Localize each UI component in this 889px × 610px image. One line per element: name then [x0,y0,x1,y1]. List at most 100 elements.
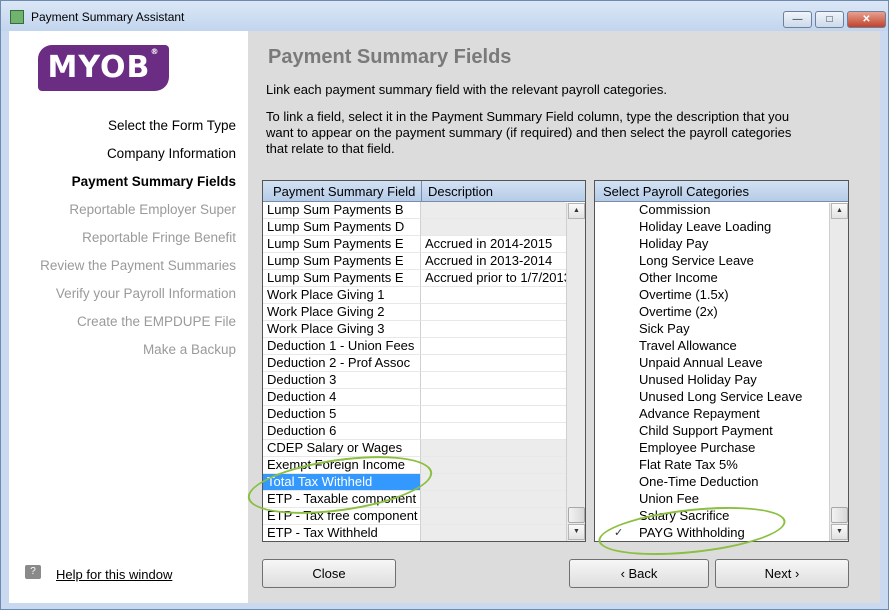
field-cell[interactable]: Deduction 5 [263,406,421,423]
table-row[interactable]: ETP - Taxable component [263,491,585,508]
category-row[interactable]: Flat Rate Tax 5% [595,457,848,474]
table-row[interactable]: Lump Sum Payments B [263,202,585,219]
close-window-button[interactable]: ✕ [847,11,886,28]
description-cell[interactable] [421,355,566,372]
description-cell[interactable]: Accrued in 2013-2014 [421,253,566,270]
description-cell[interactable] [421,423,566,440]
description-cell[interactable] [421,389,566,406]
field-cell[interactable]: ETP - Tax free component [263,508,421,525]
category-row[interactable]: Unused Long Service Leave [595,389,848,406]
category-row[interactable]: One-Time Deduction [595,474,848,491]
table-row[interactable]: CDEP Salary or Wages [263,440,585,457]
description-cell[interactable] [421,372,566,389]
description-cell[interactable] [421,304,566,321]
table-row[interactable]: Work Place Giving 2 [263,304,585,321]
field-cell[interactable]: Lump Sum Payments E [263,236,421,253]
scroll-down-button[interactable]: ▼ [831,524,848,540]
maximize-button[interactable]: □ [815,11,844,28]
fields-scrollbar[interactable]: ▲ ▼ [566,203,585,541]
category-row[interactable]: Overtime (1.5x) [595,287,848,304]
category-row[interactable]: ✓ PAYG Withholding [595,525,848,541]
scroll-up-button[interactable]: ▲ [831,203,848,219]
table-row[interactable]: Lump Sum Payments E Accrued in 2014-2015 [263,236,585,253]
field-cell[interactable]: Exempt Foreign Income [263,457,421,474]
description-cell[interactable] [421,440,566,457]
description-cell[interactable] [421,321,566,338]
description-cell[interactable] [421,474,566,491]
category-row[interactable]: Travel Allowance [595,338,848,355]
field-cell[interactable]: Work Place Giving 1 [263,287,421,304]
scroll-up-button[interactable]: ▲ [568,203,585,219]
field-cell[interactable]: ETP - Taxable component [263,491,421,508]
help-link[interactable]: Help for this window [56,567,172,582]
description-cell[interactable] [421,287,566,304]
back-button[interactable]: ‹ Back [569,559,709,588]
column-header-categories[interactable]: Select Payroll Categories [603,184,749,199]
field-cell[interactable]: Lump Sum Payments E [263,270,421,287]
table-row[interactable]: ETP - Tax Withheld [263,525,585,541]
category-row[interactable]: Salary Sacrifice [595,508,848,525]
field-cell[interactable]: ETP - Tax Withheld [263,525,421,541]
table-row[interactable]: Total Tax Withheld [263,474,585,491]
table-row[interactable]: Lump Sum Payments D [263,219,585,236]
categories-scrollbar[interactable]: ▲ ▼ [829,203,848,541]
table-row[interactable]: Work Place Giving 3 [263,321,585,338]
table-row[interactable]: ETP - Tax free component [263,508,585,525]
field-cell[interactable]: Deduction 3 [263,372,421,389]
description-cell[interactable]: Accrued prior to 1/7/2013 [421,270,566,287]
field-cell[interactable]: Deduction 6 [263,423,421,440]
category-row[interactable]: Unpaid Annual Leave [595,355,848,372]
scroll-down-button[interactable]: ▼ [568,524,585,540]
field-cell[interactable]: Deduction 1 - Union Fees [263,338,421,355]
description-cell[interactable]: Accrued in 2014-2015 [421,236,566,253]
scroll-thumb[interactable] [568,507,585,523]
table-row[interactable]: Deduction 4 [263,389,585,406]
close-button[interactable]: Close [262,559,396,588]
category-row[interactable]: Overtime (2x) [595,304,848,321]
category-row[interactable]: Other Income [595,270,848,287]
description-cell[interactable] [421,406,566,423]
category-label: Unused Holiday Pay [639,372,757,387]
description-cell[interactable] [421,338,566,355]
table-row[interactable]: Deduction 1 - Union Fees [263,338,585,355]
table-row[interactable]: Deduction 6 [263,423,585,440]
category-row[interactable]: Advance Repayment [595,406,848,423]
category-row[interactable]: Child Support Payment [595,423,848,440]
field-cell[interactable]: Deduction 4 [263,389,421,406]
field-cell[interactable]: Lump Sum Payments B [263,202,421,219]
category-row[interactable]: Unused Holiday Pay [595,372,848,389]
table-row[interactable]: Work Place Giving 1 [263,287,585,304]
description-cell[interactable] [421,508,566,525]
description-cell[interactable] [421,219,566,236]
description-cell[interactable] [421,525,566,541]
column-header-description[interactable]: Description [428,184,493,199]
field-cell[interactable]: CDEP Salary or Wages [263,440,421,457]
field-cell[interactable]: Total Tax Withheld [263,474,421,491]
table-row[interactable]: Lump Sum Payments E Accrued in 2013-2014 [263,253,585,270]
category-row[interactable]: Sick Pay [595,321,848,338]
category-row[interactable]: Long Service Leave [595,253,848,270]
description-cell[interactable] [421,202,566,219]
scroll-thumb[interactable] [831,507,848,523]
category-row[interactable]: Holiday Pay [595,236,848,253]
table-row[interactable]: Lump Sum Payments E Accrued prior to 1/7/… [263,270,585,287]
table-row[interactable]: Deduction 3 [263,372,585,389]
field-cell[interactable]: Work Place Giving 3 [263,321,421,338]
next-button[interactable]: Next › [715,559,849,588]
field-cell[interactable]: Deduction 2 - Prof Assoc [263,355,421,372]
table-row[interactable]: Exempt Foreign Income [263,457,585,474]
table-row[interactable]: Deduction 2 - Prof Assoc [263,355,585,372]
description-cell[interactable] [421,457,566,474]
description-cell[interactable] [421,491,566,508]
field-cell[interactable]: Lump Sum Payments E [263,253,421,270]
category-row[interactable]: Commission [595,202,848,219]
field-cell[interactable]: Work Place Giving 2 [263,304,421,321]
title-bar[interactable]: Payment Summary Assistant — □ ✕ [1,1,888,31]
field-cell[interactable]: Lump Sum Payments D [263,219,421,236]
minimize-button[interactable]: — [783,11,812,28]
category-row[interactable]: Employee Purchase [595,440,848,457]
category-row[interactable]: Holiday Leave Loading [595,219,848,236]
table-row[interactable]: Deduction 5 [263,406,585,423]
column-header-field[interactable]: Payment Summary Field [273,184,419,199]
category-row[interactable]: Union Fee [595,491,848,508]
